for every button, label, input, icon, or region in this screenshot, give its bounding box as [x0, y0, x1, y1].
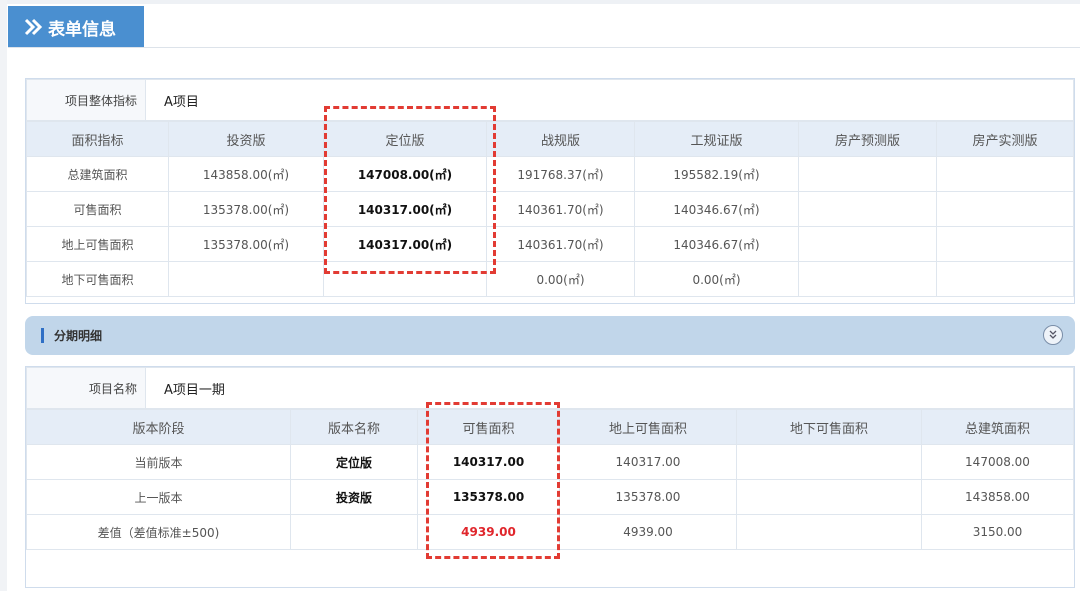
- table-cell: 投资版: [290, 479, 418, 515]
- area-indicator-table: 面积指标 投资版 定位版 战规版 工规证版 房产预测版 房产实测版 总建筑面积 …: [26, 121, 1074, 297]
- table-row: 地上可售面积 135378.00(㎡) 140317.00(㎡) 140361.…: [26, 226, 1074, 262]
- summary-project-value: A项目: [145, 79, 1074, 121]
- row-label: 上一版本: [26, 479, 291, 515]
- phase-project-label: 项目名称: [26, 367, 146, 409]
- table-cell: 140361.70(㎡): [486, 226, 635, 262]
- table-row: 地下可售面积 0.00(㎡) 0.00(㎡): [26, 261, 1074, 297]
- table-cell: 147008.00: [921, 444, 1074, 480]
- col-header-permit: 工规证版: [634, 121, 799, 157]
- table-cell: 135378.00: [559, 479, 737, 515]
- table-cell: [936, 261, 1074, 297]
- table-cell: 147008.00(㎡): [323, 156, 487, 192]
- table-cell: 135378.00(㎡): [168, 191, 324, 227]
- difference-value: 4939.00: [417, 514, 560, 550]
- row-label: 地上可售面积: [26, 226, 169, 262]
- table-cell: 135378.00(㎡): [168, 226, 324, 262]
- col-header-total-floor-area: 总建筑面积: [921, 409, 1074, 445]
- summary-project-label: 项目整体指标: [26, 79, 146, 121]
- col-header-saleable-area: 可售面积: [417, 409, 560, 445]
- page-title: 表单信息: [48, 19, 116, 40]
- col-header-forecast: 房产预测版: [798, 121, 937, 157]
- table-row: 差值（差值标准±500) 4939.00 4939.00 3150.00: [26, 514, 1074, 550]
- table-cell: 140346.67(㎡): [634, 226, 799, 262]
- table-cell: [323, 261, 487, 297]
- col-header-version-name: 版本名称: [290, 409, 418, 445]
- table-cell: 140317.00: [417, 444, 560, 480]
- table-cell: [798, 261, 937, 297]
- table-row: 当前版本 定位版 140317.00 140317.00 147008.00: [26, 444, 1074, 480]
- table-cell: 140361.70(㎡): [486, 191, 635, 227]
- double-chevron-down-icon[interactable]: [1043, 325, 1063, 345]
- table-cell: 135378.00: [417, 479, 560, 515]
- col-header-positioning: 定位版: [323, 121, 487, 157]
- table-cell: 4939.00: [559, 514, 737, 550]
- row-label: 总建筑面积: [26, 156, 169, 192]
- table-cell: [936, 156, 1074, 192]
- table-cell: 143858.00(㎡): [168, 156, 324, 192]
- table-cell: 191768.37(㎡): [486, 156, 635, 192]
- table-cell: 3150.00: [921, 514, 1074, 550]
- table-cell: 143858.00: [921, 479, 1074, 515]
- table-row: 可售面积 135378.00(㎡) 140317.00(㎡) 140361.70…: [26, 191, 1074, 227]
- col-header-above-ground-saleable: 地上可售面积: [559, 409, 737, 445]
- left-border: [0, 0, 7, 591]
- row-label: 差值（差值标准±500): [26, 514, 291, 550]
- table-cell: [798, 191, 937, 227]
- table-cell: 195582.19(㎡): [634, 156, 799, 192]
- phase-detail-section-bar[interactable]: 分期明细: [25, 316, 1075, 355]
- table-cell: [736, 479, 922, 515]
- row-label: 当前版本: [26, 444, 291, 480]
- col-header-area-indicator: 面积指标: [26, 121, 169, 157]
- table-cell: [290, 514, 418, 550]
- table-cell: 140346.67(㎡): [634, 191, 799, 227]
- col-header-actual: 房产实测版: [936, 121, 1074, 157]
- table-cell: 0.00(㎡): [486, 261, 635, 297]
- col-header-version-stage: 版本阶段: [26, 409, 291, 445]
- section-title: 分期明细: [54, 329, 103, 343]
- table-cell: [168, 261, 324, 297]
- table-cell: [936, 226, 1074, 262]
- table-cell: [798, 226, 937, 262]
- phase-panel: 项目名称 A项目一期 版本阶段 版本名称 可售面积 地上可售面积 地下可售面积 …: [25, 366, 1075, 588]
- col-header-strategy: 战规版: [486, 121, 635, 157]
- top-border: [0, 0, 1080, 4]
- table-cell: [736, 444, 922, 480]
- title-divider: [8, 47, 1080, 48]
- table-cell: [798, 156, 937, 192]
- col-header-investment: 投资版: [168, 121, 324, 157]
- table-cell: [936, 191, 1074, 227]
- table-cell: 定位版: [290, 444, 418, 480]
- summary-project-table: 项目整体指标 A项目: [26, 79, 1074, 121]
- row-label: 可售面积: [26, 191, 169, 227]
- section-marker: [41, 328, 44, 343]
- double-chevron-right-icon: [24, 18, 44, 36]
- phase-project-value: A项目一期: [145, 367, 1074, 409]
- table-cell: 140317.00(㎡): [323, 226, 487, 262]
- table-cell: 140317.00(㎡): [323, 191, 487, 227]
- col-header-under-ground-saleable: 地下可售面积: [736, 409, 922, 445]
- phase-project-table: 项目名称 A项目一期: [26, 367, 1074, 409]
- table-cell: 140317.00: [559, 444, 737, 480]
- table-row: 总建筑面积 143858.00(㎡) 147008.00(㎡) 191768.3…: [26, 156, 1074, 192]
- table-cell: [736, 514, 922, 550]
- table-row: 上一版本 投资版 135378.00 135378.00 143858.00: [26, 479, 1074, 515]
- row-label: 地下可售面积: [26, 261, 169, 297]
- table-cell: 0.00(㎡): [634, 261, 799, 297]
- form-info-title-tab: 表单信息: [8, 6, 144, 48]
- summary-panel: 项目整体指标 A项目 面积指标 投资版 定位版 战规版 工规证版 房产预测版 房…: [25, 78, 1075, 304]
- phase-detail-table: 版本阶段 版本名称 可售面积 地上可售面积 地下可售面积 总建筑面积 当前版本 …: [26, 409, 1074, 550]
